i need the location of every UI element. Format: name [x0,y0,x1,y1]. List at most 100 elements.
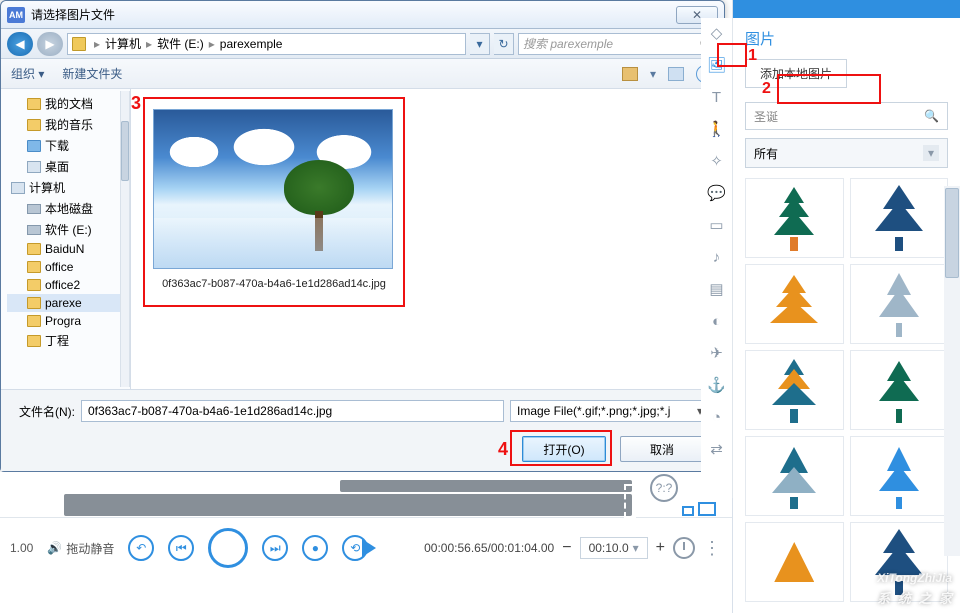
tree-label: 下载 [45,137,69,154]
loop-icon: ⟲ [350,541,360,555]
nav-bar: ◀ ▶ ▸ 计算机 ▸ 软件 (E:) ▸ parexemple ▾ ↻ 搜索 … [1,29,724,59]
clipart-item[interactable] [745,264,844,344]
crumb-folder[interactable]: parexemple [220,37,283,51]
shape-icon[interactable]: ◇ [708,24,726,42]
play-button[interactable] [208,528,248,568]
person-icon[interactable]: 🚶 [708,120,726,138]
new-folder-button[interactable]: 新建文件夹 [62,65,122,82]
tree-label: 丁程 [45,332,69,349]
step-input[interactable]: 00:10.0▾ [580,537,648,559]
refresh-button[interactable]: ↻ [494,33,514,55]
crumb-dropdown[interactable]: ▾ [470,33,490,55]
image-search-input[interactable]: 圣诞 🔍 [745,102,948,130]
view-dd[interactable]: ▾ [650,67,656,81]
tree-item[interactable]: 丁程 [7,330,130,351]
chat-icon[interactable]: 💬 [708,184,726,202]
text-icon[interactable]: T [708,88,726,106]
crumb-drive[interactable]: 软件 (E:) [157,35,204,52]
tree-item[interactable]: 我的文档 [7,93,130,114]
record-button[interactable]: ● [302,535,328,561]
layout-toggle[interactable] [682,502,716,516]
folder-tree[interactable]: 我的文档我的音乐下载桌面计算机本地磁盘软件 (E:) BaiduN office of… [1,89,131,389]
cancel-button[interactable]: 取消 [620,436,704,462]
film-icon[interactable]: ▤ [708,280,726,298]
crumb-computer[interactable]: 计算机 [105,35,141,52]
clip-bar[interactable] [340,480,632,492]
minus-button[interactable]: − [562,539,571,557]
panel-scrollbar[interactable] [944,186,960,556]
filetype-combo[interactable]: Image File(*.gif;*.png;*.jpg;*.j ▾ [510,400,710,422]
prev-button[interactable]: ⏮ [168,535,194,561]
playhead[interactable] [624,484,636,518]
tree-label: office2 [45,278,80,292]
tree-item[interactable]: Progra [7,312,130,330]
clipart-item[interactable] [850,178,949,258]
tree-item[interactable]: 下载 [7,135,130,156]
clipart-item[interactable] [850,436,949,516]
preview-pane-icon[interactable] [668,67,684,81]
file-thumbnail[interactable] [153,109,393,269]
clipart-item[interactable] [745,522,844,602]
tree-label: 计算机 [29,179,65,196]
clip-bar[interactable] [64,494,632,516]
timeline[interactable]: ?:? [0,472,732,518]
clipart-item[interactable] [850,264,949,344]
filename-field[interactable] [81,400,504,422]
highlight-2 [777,74,881,104]
tree-item[interactable]: parexe [7,294,130,312]
music-icon[interactable]: ♪ [708,248,726,266]
category-filter[interactable]: 所有 ▾ [745,138,948,168]
file-caption: 0f363ac7-b087-470a-b4a6-1e1d286ad14c.jpg [151,277,397,291]
clipart-item[interactable] [745,436,844,516]
forward-button[interactable]: ▶ [37,32,63,56]
folder-icon [27,98,41,110]
tree-item[interactable]: office2 [7,276,130,294]
folder-icon [27,279,41,291]
tree-item[interactable]: 桌面 [7,156,130,177]
panel-title: 图片 [745,28,948,49]
next-icon: ⏭ [270,541,281,556]
undo-button[interactable]: ↶ [128,535,154,561]
folder-icon[interactable]: ▭ [708,216,726,234]
transfer-icon[interactable]: ⇄ [708,440,726,458]
clipart-item[interactable] [850,522,949,602]
search-input[interactable]: 搜索 parexemple 🔍 [518,33,718,55]
anchor-icon[interactable]: ⚓ [708,376,726,394]
tree-item[interactable]: 计算机 [7,177,130,198]
more-icon[interactable]: ⋮ [703,538,722,559]
dialog-titlebar[interactable]: AM 请选择图片文件 ✕ [1,1,724,29]
pie-icon[interactable]: ◔ [708,408,726,426]
tree-item[interactable]: BaiduN [7,240,130,258]
drive-icon [72,37,86,51]
clipart-item[interactable] [745,178,844,258]
tree-label: 桌面 [45,158,69,175]
search-icon: 🔍 [924,109,939,123]
tree-scrollbar[interactable] [120,91,130,387]
tree-item[interactable]: 我的音乐 [7,114,130,135]
clock-icon[interactable] [673,537,695,559]
tree-label: BaiduN [45,242,84,256]
filename-label: 文件名(N): [15,403,75,420]
file-open-dialog: AM 请选择图片文件 ✕ ◀ ▶ ▸ 计算机 ▸ 软件 (E:) ▸ parex… [0,0,725,472]
dialog-toolbar: 组织 ▾ 新建文件夹 ▾ ? [1,59,724,89]
next-button[interactable]: ⏭ [262,535,288,561]
mute-toggle[interactable]: 🔊拖动静音 [47,540,114,557]
forward-icon: ▶ [45,37,54,51]
organize-menu[interactable]: 组织 ▾ [11,65,44,82]
prev-icon: ⏮ [176,541,187,556]
folder-icon [11,182,25,194]
tree-item[interactable]: 软件 (E:) [7,219,130,240]
breadcrumb[interactable]: ▸ 计算机 ▸ 软件 (E:) ▸ parexemple [67,33,466,55]
clipart-item[interactable] [745,350,844,430]
clipart-item[interactable] [850,350,949,430]
tree-item[interactable]: office [7,258,130,276]
back-button[interactable]: ◀ [7,32,33,56]
timeline-area: ?:? 1.00 🔊拖动静音 ↶ ⏮ ⏭ ● ⟲ 00:00:56.65/00:… [0,472,732,613]
plus-button[interactable]: + [656,539,665,557]
view-thumb-icon[interactable] [622,67,638,81]
tree-item[interactable]: 本地磁盘 [7,198,130,219]
plane-icon[interactable]: ✈ [708,344,726,362]
file-list[interactable]: 3 0f363ac7-b087-470a-b4a6-1e1d286ad14c.j… [131,89,724,389]
wand-icon[interactable]: ✧ [708,152,726,170]
flash-icon[interactable]: ◐ [708,312,726,330]
